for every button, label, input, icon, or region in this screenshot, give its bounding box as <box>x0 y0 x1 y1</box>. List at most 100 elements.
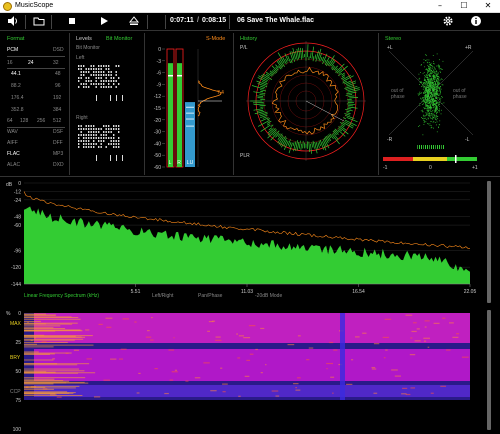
bit-cell <box>85 86 87 88</box>
bit-cell <box>98 74 100 76</box>
maximize-button[interactable]: ☐ <box>453 0 475 13</box>
bit-cell <box>103 125 105 127</box>
rate-48[interactable]: 48 <box>55 71 61 77</box>
bit-cell <box>98 65 100 67</box>
info-icon[interactable] <box>469 15 483 29</box>
spectrogram-scrollbar[interactable] <box>487 310 491 430</box>
bit-cell <box>108 86 110 88</box>
bit-cell <box>93 71 95 73</box>
stop-icon[interactable] <box>65 15 79 29</box>
bit-monitor-tab[interactable]: Bit Monitor <box>106 36 132 42</box>
spectrum-mode-label[interactable]: Linear Frequency Spectrum (kHz) <box>24 293 99 299</box>
bit-cell <box>108 131 110 133</box>
bit-cell <box>105 68 107 70</box>
bit-cell <box>78 68 80 70</box>
bit-cell <box>85 140 87 142</box>
window-title: MusicScope <box>15 2 54 9</box>
dsd-512[interactable]: 512 <box>53 118 61 124</box>
bitdepth-16[interactable]: 16 <box>7 60 13 66</box>
bit-cell <box>100 146 102 148</box>
bit-cell <box>90 146 92 148</box>
bitdepth-24[interactable]: 24 <box>28 60 34 66</box>
format-pcm[interactable]: PCM <box>7 47 18 53</box>
bit-cell <box>90 68 92 70</box>
meter-scale-label: -12 <box>154 94 161 100</box>
folder-icon[interactable] <box>32 15 46 29</box>
freq-tick-label: 16.54 <box>352 289 365 295</box>
format-title: Format <box>7 36 25 42</box>
bit-cell <box>100 128 102 130</box>
rate-44-1[interactable]: 44.1 <box>11 71 21 77</box>
db-mode-toggle[interactable]: -20dB Mode <box>255 293 282 299</box>
bit-cell <box>90 134 92 136</box>
peak-readout: 7.4 <box>217 90 224 96</box>
bit-cell <box>78 146 80 148</box>
container-aiff[interactable]: AIFF <box>7 140 18 146</box>
spectrum-panel: dB 0 -12 -24 -48 -60 -96 -120 -144 5.51 11.03 16.54… <box>0 178 488 306</box>
bit-cell <box>100 77 102 79</box>
bit-cell <box>88 125 90 127</box>
dsd-64[interactable]: 64 <box>7 118 13 124</box>
bit-cell <box>88 68 90 70</box>
app-icon <box>3 2 12 11</box>
corr-zero-label: 0 <box>429 165 432 171</box>
close-button[interactable]: ✕ <box>477 0 499 13</box>
container-flac[interactable]: FLAC <box>7 151 20 157</box>
container-dxd[interactable]: DXD <box>53 162 64 168</box>
rate-352-8[interactable]: 352.8 <box>11 107 24 113</box>
bit-cell <box>118 83 120 85</box>
loudness-bar <box>185 102 195 167</box>
bit-cell <box>80 125 82 127</box>
container-mp3[interactable]: MP3 <box>53 151 63 157</box>
container-alac[interactable]: ALAC <box>7 162 20 168</box>
spectrum-scrollbar[interactable] <box>487 181 491 303</box>
bit-cell <box>98 128 100 130</box>
container-wav[interactable]: WAV <box>7 129 18 135</box>
bit-cell <box>118 137 120 139</box>
bit-marker <box>116 155 117 161</box>
volume-icon[interactable] <box>6 15 20 29</box>
bit-cell <box>105 77 107 79</box>
dsd-256[interactable]: 256 <box>37 118 45 124</box>
history-polar-plot <box>246 41 366 161</box>
bit-cell <box>118 125 120 127</box>
play-icon[interactable] <box>97 15 111 29</box>
eject-icon[interactable] <box>127 15 141 29</box>
bit-cell <box>115 65 117 67</box>
rate-192[interactable]: 192 <box>53 95 61 101</box>
bit-cell <box>85 80 87 82</box>
db-tick-label: -96 <box>14 248 21 254</box>
left-right-toggle[interactable]: Left/Right <box>152 293 173 299</box>
rate-88-2[interactable]: 88.2 <box>11 83 21 89</box>
bit-cell <box>110 80 112 82</box>
bit-cell <box>113 143 115 145</box>
spectro-band <box>34 313 470 343</box>
track-name: 06 Save The Whale.flac <box>237 17 315 24</box>
bit-marker <box>110 155 111 161</box>
minimize-button[interactable]: – <box>429 0 451 13</box>
bit-cell <box>78 128 80 130</box>
bit-cell <box>105 131 107 133</box>
bit-cell <box>85 143 87 145</box>
bitdepth-32[interactable]: 32 <box>53 60 59 66</box>
meter-channel-label: R <box>177 160 181 166</box>
pct-tick-label: 50 <box>15 369 21 375</box>
bit-cell <box>80 140 82 142</box>
bit-cell <box>118 131 120 133</box>
container-dff[interactable]: DFF <box>53 140 63 146</box>
rate-384[interactable]: 384 <box>53 107 61 113</box>
bit-cell <box>95 137 97 139</box>
bit-cell <box>93 74 95 76</box>
settings-icon[interactable] <box>441 15 455 29</box>
format-dsd[interactable]: DSD <box>53 47 64 53</box>
corr-indicator <box>455 155 457 163</box>
dsd-128[interactable]: 128 <box>20 118 28 124</box>
pan-phase-toggle[interactable]: Pan/Phase <box>198 293 222 299</box>
rate-176-4[interactable]: 176.4 <box>11 95 24 101</box>
levels-title[interactable]: Levels <box>76 36 92 42</box>
rate-96[interactable]: 96 <box>55 83 61 89</box>
container-dsf[interactable]: DSF <box>53 129 63 135</box>
bit-cell <box>118 128 120 130</box>
meter-scale-label: -6 <box>157 71 162 77</box>
bit-cell <box>90 83 92 85</box>
